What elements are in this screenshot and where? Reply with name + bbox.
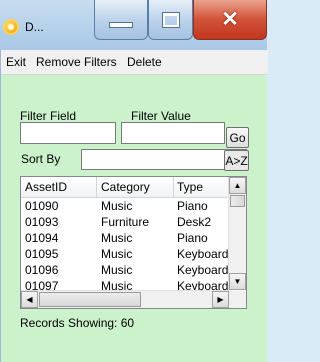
filter-value-input[interactable]: [121, 122, 225, 144]
app-icon[interactable]: [3, 19, 19, 35]
column-header-category[interactable]: Category: [101, 180, 150, 194]
cell-category: Music: [101, 199, 133, 213]
menu-item-delete[interactable]: Delete: [127, 55, 162, 69]
table-row[interactable]: 01090 Music Piano: [21, 198, 229, 214]
cell-type: Keyboard: [177, 263, 229, 277]
minimize-button[interactable]: [94, 0, 148, 40]
scrollbar-corner: [229, 291, 246, 308]
cell-type: Desk2: [177, 215, 212, 229]
table-row[interactable]: 01093 Furniture Desk2: [21, 214, 229, 230]
sort-by-select[interactable]: ▼: [81, 149, 247, 170]
title-bar[interactable]: D... ✕: [0, 0, 267, 50]
cell-assetid: 01093: [25, 215, 59, 229]
cell-type: Piano: [177, 231, 208, 245]
scroll-left-arrow-icon[interactable]: ◀: [21, 291, 38, 308]
horizontal-scrollbar[interactable]: ◀ ▶: [21, 290, 229, 308]
filter-field-input[interactable]: [20, 122, 116, 144]
minimize-icon: [109, 21, 133, 28]
cell-type: Keyboard: [177, 247, 229, 261]
table-row[interactable]: 01094 Music Piano: [21, 230, 229, 246]
column-header-assetid[interactable]: AssetID: [25, 180, 67, 194]
records-status: Records Showing: 60: [20, 316, 135, 330]
cell-assetid: 01090: [25, 199, 59, 213]
sort-order-button[interactable]: A>Z: [224, 150, 249, 171]
menu-item-exit[interactable]: Exit: [6, 55, 26, 69]
table-row[interactable]: 01096 Music Keyboard: [21, 262, 229, 278]
column-header-type[interactable]: Type: [177, 180, 203, 194]
scroll-up-arrow-icon[interactable]: ▲: [229, 177, 246, 194]
client-area: Exit Remove Filters Delete Filter Field …: [0, 50, 268, 362]
go-button[interactable]: Go: [226, 127, 249, 148]
cell-category: Furniture: [101, 215, 150, 229]
horizontal-scroll-thumb[interactable]: [39, 292, 141, 307]
vertical-scroll-thumb[interactable]: [230, 195, 245, 207]
column-divider[interactable]: [96, 177, 97, 197]
scroll-down-arrow-icon[interactable]: ▼: [229, 273, 246, 290]
cell-assetid: 01096: [25, 263, 59, 277]
scroll-right-arrow-icon[interactable]: ▶: [212, 291, 229, 308]
menu-bar: Exit Remove Filters Delete: [1, 50, 268, 75]
column-divider[interactable]: [173, 177, 174, 197]
cell-type: Piano: [177, 199, 208, 213]
table-row[interactable]: 01095 Music Keyboard: [21, 246, 229, 262]
grid-header: AssetID Category Type: [21, 177, 229, 198]
data-grid[interactable]: AssetID Category Type 01090 Music Piano …: [20, 176, 247, 309]
cell-assetid: 01095: [25, 247, 59, 261]
close-icon: ✕: [221, 8, 239, 31]
cell-assetid: 01094: [25, 231, 59, 245]
cell-category: Music: [101, 231, 133, 245]
cell-category: Music: [101, 247, 133, 261]
maximize-icon: [161, 11, 180, 28]
maximize-button[interactable]: [148, 0, 193, 40]
filter-field-label: Filter Field: [20, 109, 77, 123]
vertical-scrollbar[interactable]: ▲ ▼: [228, 177, 246, 290]
menu-item-remove-filters[interactable]: Remove Filters: [36, 55, 117, 69]
window-title: D...: [25, 20, 44, 34]
sort-by-label: Sort By: [21, 152, 61, 166]
filter-value-label: Filter Value: [131, 109, 191, 123]
close-button[interactable]: ✕: [193, 0, 267, 40]
cell-category: Music: [101, 263, 133, 277]
